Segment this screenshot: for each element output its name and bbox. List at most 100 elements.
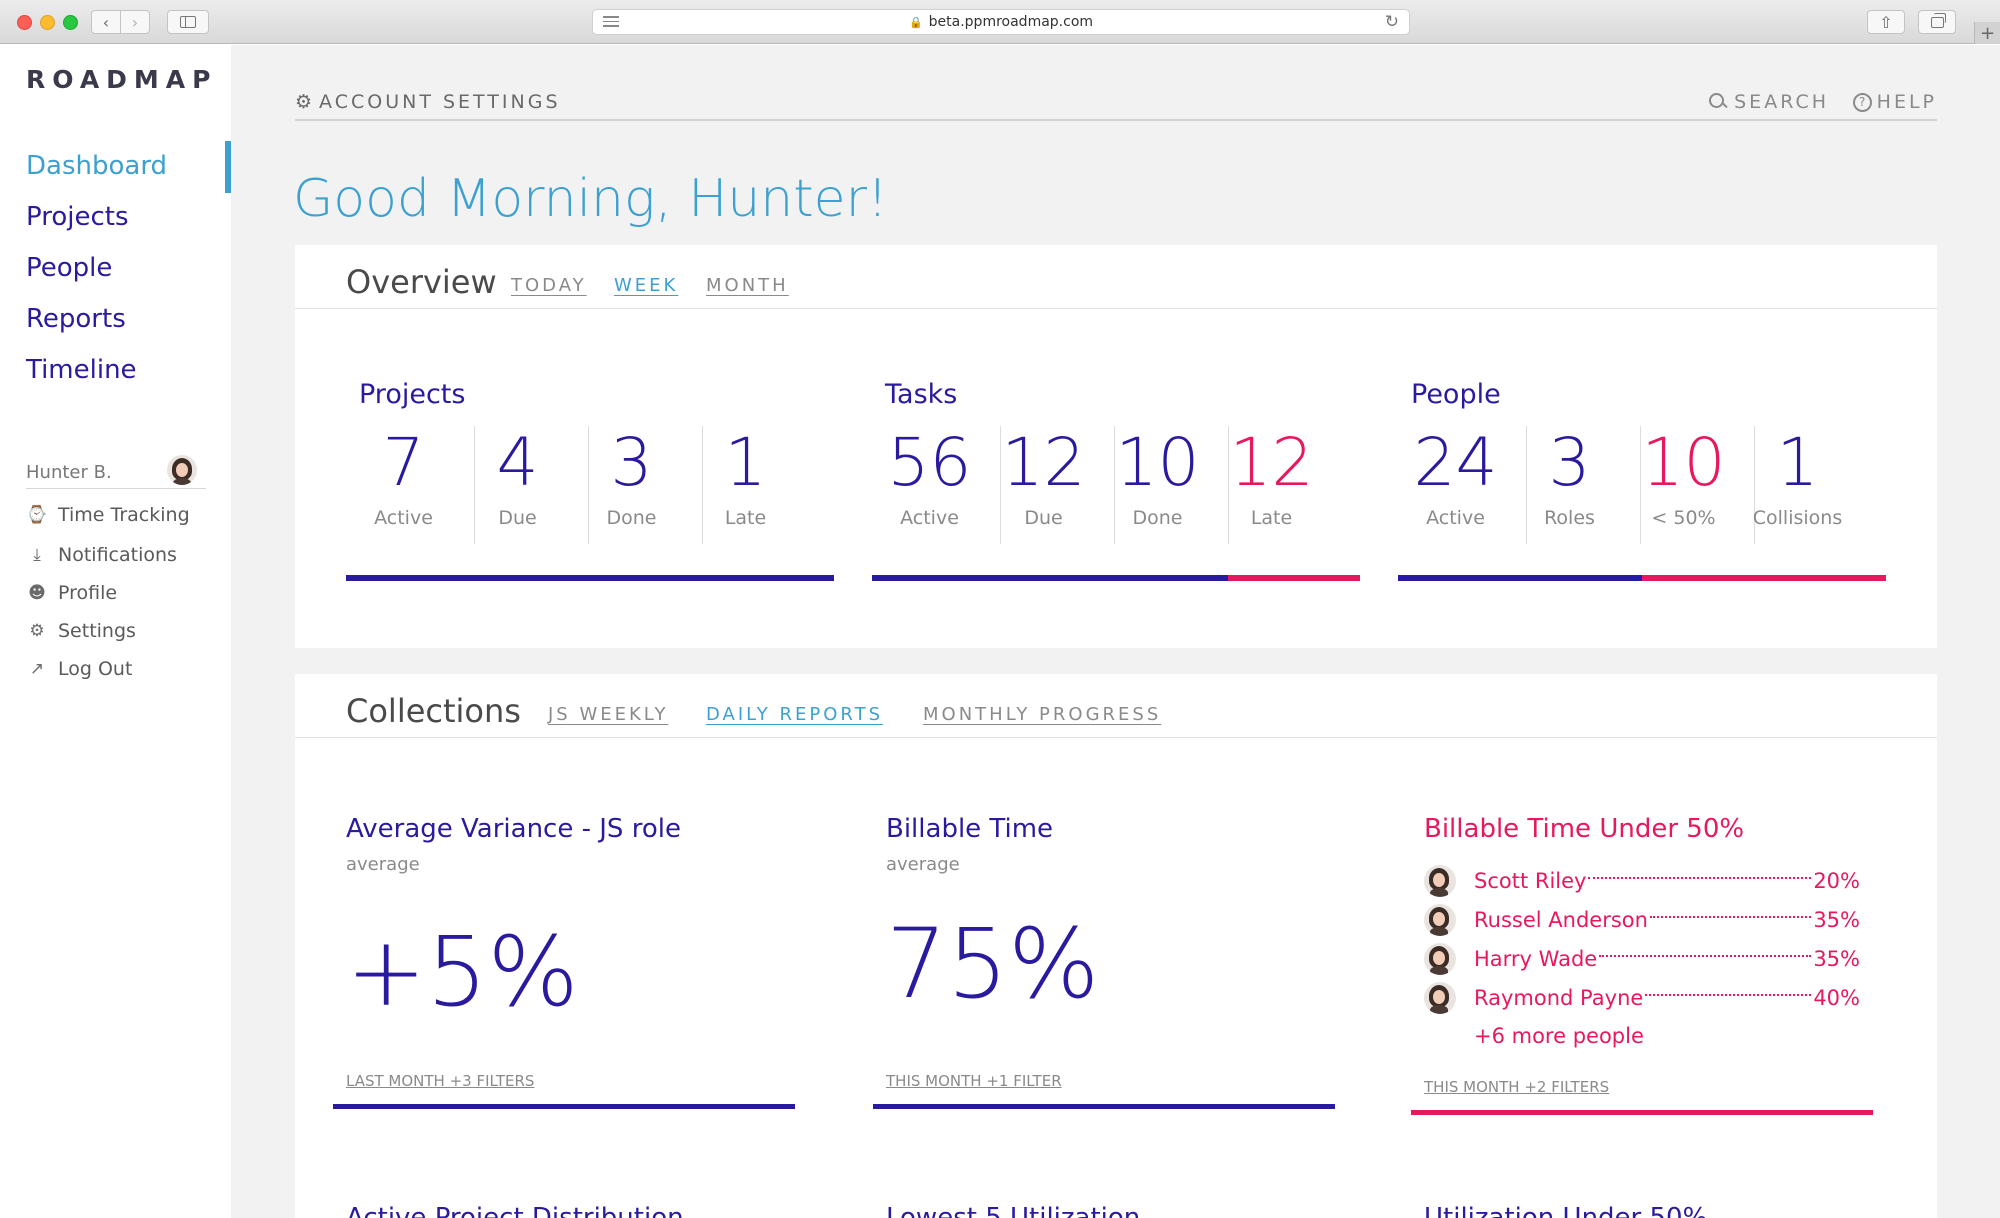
stat-value: 3: [1548, 424, 1591, 501]
tab-month[interactable]: MONTH: [706, 275, 789, 296]
dot-leader: [1645, 994, 1812, 996]
share-icon: ⇧: [1879, 12, 1893, 32]
stat-value: 12: [1229, 424, 1314, 501]
overview-title: Overview: [346, 263, 497, 301]
search-icon: [1709, 93, 1727, 111]
tab-week[interactable]: WEEK: [614, 275, 678, 296]
stat-tasks-active[interactable]: 56 Active: [872, 423, 987, 549]
url-text: beta.ppmroadmap.com: [928, 14, 1094, 30]
close-window-button[interactable]: [17, 15, 32, 30]
metric-filters-link[interactable]: LAST MONTH +3 FILTERS: [346, 1072, 534, 1090]
stat-label: Active: [374, 507, 433, 529]
stat-people-under-50[interactable]: 10 < 50%: [1626, 423, 1741, 549]
metric-filters-link[interactable]: THIS MONTH +1 FILTER: [886, 1072, 1062, 1090]
tab-daily-reports[interactable]: DAILY REPORTS: [706, 704, 883, 725]
user-menu[interactable]: Hunter B.: [26, 451, 206, 489]
group-title[interactable]: Projects: [359, 379, 465, 410]
stat-projects-late[interactable]: 1 Late: [688, 423, 803, 549]
stat-people-roles[interactable]: 3 Roles: [1512, 423, 1627, 549]
avatar: [1424, 943, 1456, 975]
tab-overview-button[interactable]: [1918, 10, 1956, 34]
stat-people-active[interactable]: 24 Active: [1398, 423, 1513, 549]
menu-label: Profile: [58, 582, 118, 604]
nav-people[interactable]: People: [26, 253, 112, 283]
help-link[interactable]: ? HELP: [1852, 91, 1937, 113]
menu-time-tracking[interactable]: ⌚ Time Tracking: [26, 504, 189, 526]
metric-filters-link[interactable]: THIS MONTH +2 FILTERS: [1424, 1078, 1609, 1096]
tab-js-weekly[interactable]: JS WEEKLY: [548, 704, 668, 725]
main-content: ⚙ ACCOUNT SETTINGS SEARCH ? HELP Good Mo…: [231, 45, 2000, 1218]
minimize-window-button[interactable]: [40, 15, 55, 30]
show-sidebar-button[interactable]: [167, 10, 209, 34]
top-bar: ⚙ ACCOUNT SETTINGS SEARCH ? HELP: [295, 91, 1937, 121]
reader-icon[interactable]: [603, 16, 619, 30]
menu-profile[interactable]: ☻ Profile: [26, 582, 117, 604]
stat-value: 7: [382, 424, 425, 501]
person-name: Russel Anderson: [1474, 908, 1648, 932]
tab-monthly-progress[interactable]: MONTHLY PROGRESS: [923, 704, 1161, 725]
stat-people-collisions[interactable]: 1 Collisions: [1740, 423, 1855, 549]
share-button[interactable]: ⇧: [1867, 10, 1905, 34]
metric-title[interactable]: Average Variance - JS role: [346, 814, 681, 844]
list-item[interactable]: Scott Riley 20%: [1424, 865, 1860, 897]
nav-timeline[interactable]: Timeline: [26, 355, 137, 385]
stat-label: Late: [1250, 507, 1293, 529]
nav-dashboard[interactable]: Dashboard: [26, 151, 167, 181]
stat-value: 10: [1641, 424, 1726, 501]
stat-label: Done: [606, 507, 657, 529]
stat-tasks-done[interactable]: 10 Done: [1100, 423, 1215, 549]
search-link[interactable]: SEARCH: [1709, 91, 1829, 113]
person-name: Raymond Payne: [1474, 986, 1644, 1010]
avatar[interactable]: [167, 455, 197, 485]
address-bar[interactable]: 🔒 beta.ppmroadmap.com ↻: [592, 9, 1410, 35]
person-percent: 40%: [1813, 986, 1860, 1010]
menu-settings[interactable]: ⚙ Settings: [26, 620, 136, 642]
stat-value: 1: [724, 424, 767, 501]
metric-title[interactable]: Billable Time Under 50%: [1424, 814, 1744, 844]
metric-subtitle: average: [886, 854, 960, 875]
metric-title-lowest-utilization[interactable]: Lowest 5 Utilization: [886, 1203, 1140, 1218]
menu-log-out[interactable]: ↗ Log Out: [26, 658, 133, 680]
stat-projects-done[interactable]: 3 Done: [574, 423, 689, 549]
metric-title-utilization-under-50[interactable]: Utilization Under 50%: [1424, 1203, 1707, 1218]
search-label: SEARCH: [1734, 91, 1829, 113]
stat-tasks-due[interactable]: 12 Due: [986, 423, 1101, 549]
group-title[interactable]: People: [1411, 379, 1501, 410]
zoom-window-button[interactable]: [63, 15, 78, 30]
reload-icon[interactable]: ↻: [1385, 12, 1399, 32]
group-title[interactable]: Tasks: [885, 379, 957, 410]
person-name: Scott Riley: [1474, 869, 1587, 893]
nav-projects[interactable]: Projects: [26, 202, 129, 232]
nav-reports[interactable]: Reports: [26, 304, 126, 334]
metric-title-active-project-distribution[interactable]: Active Project Distribution: [346, 1203, 684, 1218]
list-item[interactable]: Russel Anderson 35%: [1424, 904, 1860, 936]
tab-today[interactable]: TODAY: [511, 275, 587, 296]
download-icon: ⤓: [33, 545, 41, 565]
avatar: [1424, 982, 1456, 1014]
stat-label: Collisions: [1752, 507, 1843, 529]
app-logo[interactable]: ROADMAP: [26, 65, 217, 94]
projects-progress-bar: [346, 575, 834, 581]
back-button[interactable]: ‹: [91, 10, 121, 34]
stat-label: Active: [1426, 507, 1485, 529]
stat-label: Due: [1024, 507, 1063, 529]
metric-title[interactable]: Billable Time: [886, 814, 1053, 844]
metric-value: +5%: [346, 916, 579, 1028]
person-percent: 35%: [1813, 908, 1860, 932]
list-item[interactable]: Harry Wade 35%: [1424, 943, 1860, 975]
forward-button[interactable]: ›: [120, 10, 150, 34]
help-label: HELP: [1876, 91, 1937, 113]
more-people-link[interactable]: +6 more people: [1474, 1024, 1644, 1048]
tabs-icon: [1930, 12, 1946, 28]
stat-label: Done: [1132, 507, 1183, 529]
menu-label: Settings: [58, 620, 136, 642]
stat-tasks-late[interactable]: 12 Late: [1214, 423, 1329, 549]
menu-label: Notifications: [58, 544, 177, 566]
stat-projects-due[interactable]: 4 Due: [460, 423, 575, 549]
stat-projects-active[interactable]: 7 Active: [346, 423, 461, 549]
new-tab-button[interactable]: +: [1974, 22, 2000, 44]
stat-value: 24: [1413, 424, 1498, 501]
list-item[interactable]: Raymond Payne 40%: [1424, 982, 1860, 1014]
account-settings-link[interactable]: ⚙ ACCOUNT SETTINGS: [295, 91, 561, 113]
menu-notifications[interactable]: ⤓ Notifications: [26, 544, 177, 566]
